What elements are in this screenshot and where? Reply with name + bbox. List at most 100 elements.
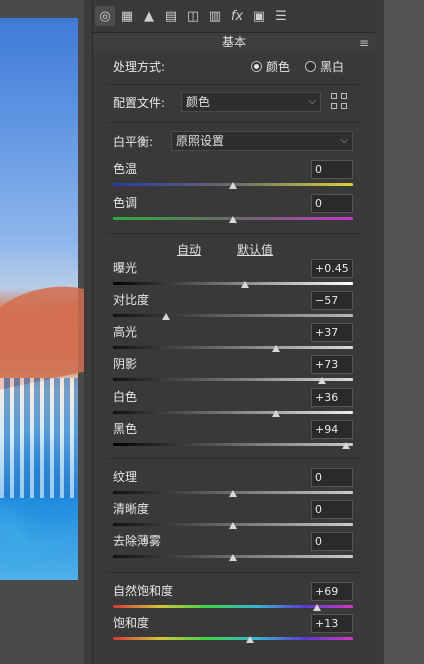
slider-4: 高光 +37 [113,323,353,353]
slider-value-input[interactable]: 0 [311,532,353,551]
slider-label: 曝光 [113,261,138,275]
slider-6: 白色 +36 [113,388,353,418]
slider-track[interactable] [113,282,353,285]
auto-button[interactable]: 自动 [177,241,201,258]
slider-thumb[interactable] [272,345,281,352]
slider-label: 高光 [113,325,138,339]
slider-value-input[interactable]: 0 [311,194,353,213]
treatment-label: 处理方式: [113,60,166,74]
slider-label: 色调 [113,196,138,210]
presets-icon[interactable]: ☰ [271,6,291,26]
slider-track[interactable] [113,637,353,640]
slider-value-input[interactable]: 0 [311,500,353,519]
split-toning-icon[interactable]: ◫ [183,6,203,26]
right-dock [375,0,424,664]
photo-canvas [0,0,84,664]
slider-11: 自然饱和度 +69 [113,582,353,612]
slider-label: 饱和度 [113,616,150,630]
profile-value: 颜色 [186,95,211,109]
slider-track[interactable] [113,443,353,446]
white-balance-value: 原照设置 [176,134,225,148]
slider-track[interactable] [113,314,353,317]
camera-raw-panel: ◎ ▦ ▲ ▤ ◫ ▥ fx ▣ ☰ 基本 ≡ 处理方式: 颜色 黑白 配置文件… [92,0,376,664]
slider-value-input[interactable]: 0 [311,468,353,487]
slider-thumb[interactable] [272,410,281,417]
slider-thumb[interactable] [229,490,237,497]
slider-0: 色温 0 [113,160,353,190]
slider-1: 色调 0 [113,194,353,224]
slider-thumb[interactable] [317,377,326,384]
panel-tabs: ◎ ▦ ▲ ▤ ◫ ▥ fx ▣ ☰ [93,0,375,33]
slider-thumb[interactable] [313,604,321,611]
slider-thumb[interactable] [229,522,237,529]
slider-thumb[interactable] [229,216,237,223]
section-header: 基本 ≡ [93,33,375,51]
slider-thumb[interactable] [161,313,170,320]
chevron-down-icon: ⌵ [308,96,316,107]
divider [107,84,359,85]
divider [107,122,359,123]
slider-value-input[interactable]: +37 [311,323,353,342]
divider [107,572,359,573]
slider-thumb[interactable] [229,554,237,561]
section-title: 基本 [221,35,246,49]
profile-row: 配置文件: 颜色 ⌵ [113,92,353,114]
slider-label: 去除薄雾 [113,534,162,548]
slider-value-input[interactable]: 0 [311,160,353,179]
white-balance-select[interactable]: 原照设置 ⌵ [171,131,353,151]
treatment-color-label: 颜色 [266,60,291,74]
divider [107,458,359,459]
profile-select[interactable]: 颜色 ⌵ [181,92,321,112]
slider-7: 黑色 +94 [113,420,353,450]
slider-track[interactable] [113,346,353,349]
slider-thumb[interactable] [229,182,237,189]
treatment-row: 处理方式: 颜色 黑白 [113,58,353,76]
photo-image [0,18,78,580]
slider-thumb[interactable] [241,281,249,288]
calibration-icon[interactable]: ▣ [249,6,269,26]
radio-on-icon [251,61,262,72]
fx-icon[interactable]: fx [227,6,247,26]
slider-value-input[interactable]: +69 [311,582,353,601]
detail-icon[interactable]: ▲ [139,6,159,26]
white-balance-label: 白平衡: [113,135,154,149]
slider-5: 阴影 +73 [113,355,353,385]
slider-value-input[interactable]: +0.45 [311,259,353,278]
dock-strip [375,0,384,664]
slider-thumb[interactable] [341,442,350,449]
slider-3: 对比度 −57 [113,291,353,321]
profile-label: 配置文件: [113,96,166,110]
white-balance-row: 白平衡: 原照设置 ⌵ [113,131,353,153]
slider-value-input[interactable]: +36 [311,388,353,407]
slider-label: 自然饱和度 [113,584,174,598]
basic-icon[interactable]: ◎ [95,6,115,26]
profile-browser-icon[interactable] [331,93,349,111]
hsl-icon[interactable]: ▤ [161,6,181,26]
slider-label: 纹理 [113,470,138,484]
slider-thumb[interactable] [245,636,254,643]
slider-12: 饱和度 +13 [113,614,353,644]
treatment-color-radio[interactable]: 颜色 [251,58,290,75]
slider-label: 黑色 [113,422,138,436]
panel-menu-icon[interactable]: ≡ [359,34,369,52]
slider-label: 色温 [113,162,138,176]
slider-9: 清晰度 0 [113,500,353,530]
lens-icon[interactable]: ▥ [205,6,225,26]
slider-label: 清晰度 [113,502,150,516]
slider-label: 对比度 [113,293,150,307]
slider-value-input[interactable]: +94 [311,420,353,439]
slider-track[interactable] [113,411,353,414]
tone-curve-icon[interactable]: ▦ [117,6,137,26]
slider-value-input[interactable]: −57 [311,291,353,310]
treatment-bw-label: 黑白 [320,60,345,74]
slider-2: 曝光 +0.45 [113,259,353,289]
chevron-down-icon: ⌵ [340,135,348,146]
divider [107,233,359,234]
default-button[interactable]: 默认值 [237,241,273,258]
slider-value-input[interactable]: +13 [311,614,353,633]
slider-8: 纹理 0 [113,468,353,498]
slider-label: 白色 [113,390,138,404]
treatment-bw-radio[interactable]: 黑白 [305,58,344,75]
slider-label: 阴影 [113,357,138,371]
slider-value-input[interactable]: +73 [311,355,353,374]
